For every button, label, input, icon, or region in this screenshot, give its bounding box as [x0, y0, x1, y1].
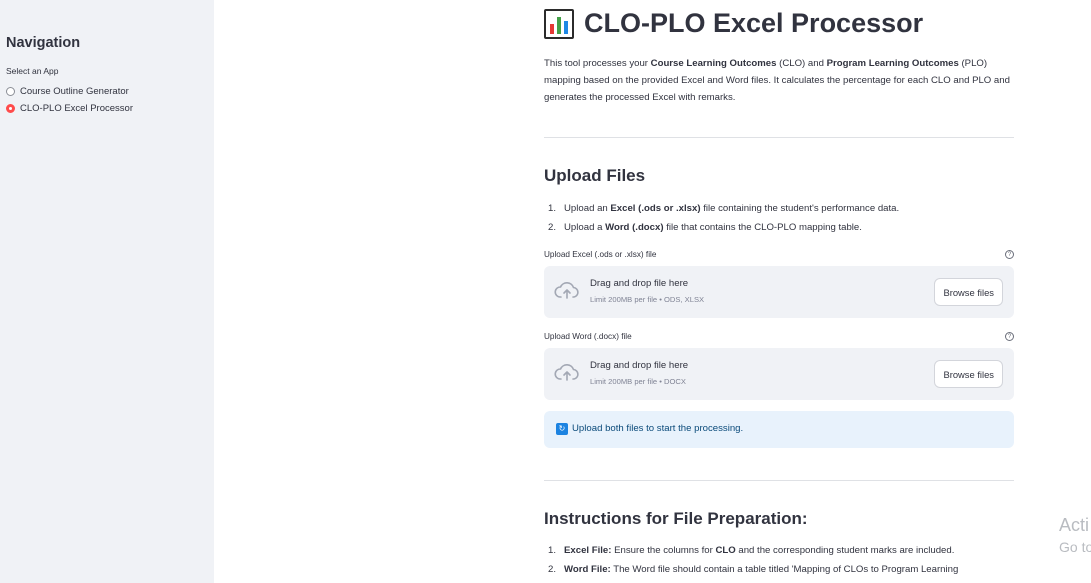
upload-cloud-icon — [554, 364, 579, 381]
word-uploader-label: Upload Word (.docx) file ? — [544, 332, 1014, 341]
select-app-label: Select an App — [6, 66, 59, 76]
list-item: 1. Upload an Excel (.ods or .xlsx) file … — [548, 203, 900, 214]
info-alert-text: Upload both files to start the processin… — [572, 423, 744, 434]
radio-course-outline-generator[interactable]: Course Outline Generator — [6, 86, 129, 97]
radio-selected-icon[interactable] — [6, 104, 15, 113]
sidebar-title: Navigation — [6, 35, 81, 51]
excel-dropzone[interactable]: Drag and drop file here Limit 200MB per … — [544, 266, 1014, 318]
upload-cloud-icon — [554, 282, 579, 299]
radio-label: CLO-PLO Excel Processor — [20, 103, 133, 114]
list-item: 2. Upload a Word (.docx) file that conta… — [548, 222, 862, 233]
browse-files-button[interactable]: Browse files — [934, 360, 1003, 388]
sidebar: Navigation Select an App Course Outline … — [0, 0, 214, 583]
divider — [544, 137, 1014, 138]
radio-label: Course Outline Generator — [20, 86, 129, 97]
help-icon[interactable]: ? — [1005, 332, 1014, 341]
bar-chart-icon — [544, 8, 574, 39]
page-title-text: CLO-PLO Excel Processor — [584, 8, 924, 38]
excel-uploader-label: Upload Excel (.ods or .xlsx) file ? — [544, 250, 1014, 259]
activation-watermark: Acti — [1059, 515, 1090, 535]
instructions-heading: Instructions for File Preparation: — [544, 509, 808, 528]
info-alert: ↻ Upload both files to start the process… — [544, 411, 1014, 448]
refresh-icon: ↻ — [556, 423, 568, 435]
file-limit-text: Limit 200MB per file • ODS, XLSX — [590, 295, 705, 304]
browse-files-button[interactable]: Browse files — [934, 278, 1003, 306]
list-item: 2. Word File: The Word file should conta… — [548, 564, 959, 575]
divider — [544, 480, 1014, 481]
instructions-list: 1. Excel File: Ensure the columns for CL… — [548, 541, 958, 579]
page-title: CLO-PLO Excel Processor — [544, 8, 923, 39]
drag-drop-text: Drag and drop file here — [590, 278, 689, 289]
help-icon[interactable]: ? — [1005, 250, 1014, 259]
file-limit-text: Limit 200MB per file • DOCX — [590, 377, 686, 386]
radio-unselected-icon[interactable] — [6, 87, 15, 96]
list-item: 1. Excel File: Ensure the columns for CL… — [548, 545, 955, 556]
intro-paragraph: This tool processes your Course Learning… — [544, 58, 1010, 103]
activation-watermark-sub: Go to — [1059, 539, 1091, 555]
word-dropzone[interactable]: Drag and drop file here Limit 200MB per … — [544, 348, 1014, 400]
radio-clo-plo-excel-processor[interactable]: CLO-PLO Excel Processor — [6, 103, 133, 114]
upload-steps-list: 1. Upload an Excel (.ods or .xlsx) file … — [548, 199, 899, 237]
upload-files-heading: Upload Files — [544, 166, 646, 185]
drag-drop-text: Drag and drop file here — [590, 360, 689, 371]
